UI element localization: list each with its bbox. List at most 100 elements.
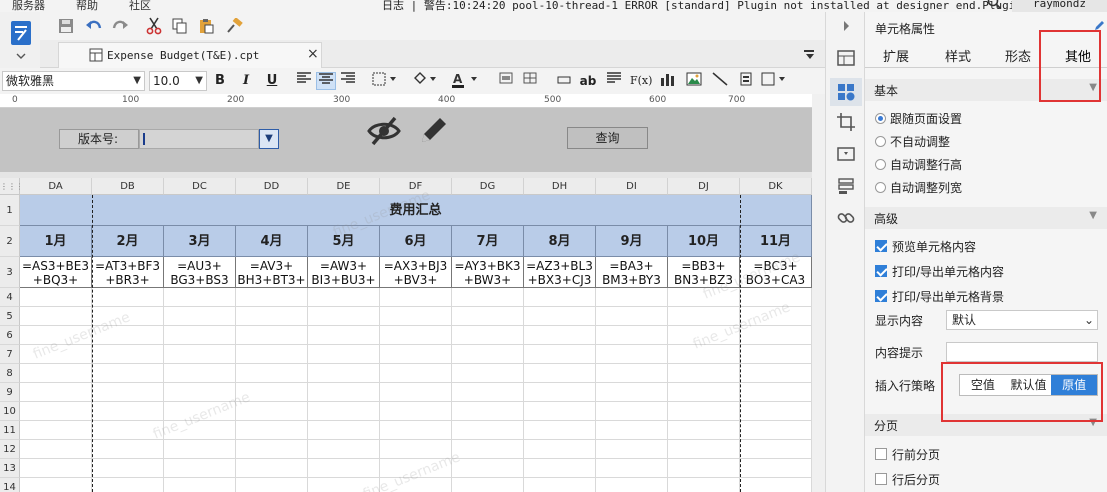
log-message[interactable]: 日志 | 警告:10:24:20 pool-10-thread-1 ERROR … xyxy=(382,0,1035,12)
empty-cell[interactable] xyxy=(596,402,668,421)
check-page-break-before[interactable]: 行前分页 xyxy=(875,446,940,463)
empty-cell[interactable] xyxy=(452,402,524,421)
empty-cell[interactable] xyxy=(308,440,380,459)
empty-cell[interactable] xyxy=(668,478,740,492)
empty-cell[interactable] xyxy=(164,459,236,478)
empty-cell[interactable] xyxy=(164,364,236,383)
empty-cell[interactable] xyxy=(308,364,380,383)
sub-report-icon[interactable] xyxy=(736,72,756,90)
empty-cell[interactable] xyxy=(308,326,380,345)
empty-cell[interactable] xyxy=(524,459,596,478)
empty-cell[interactable] xyxy=(452,421,524,440)
formula-cell[interactable]: =AV3+ BH3+BT3+ xyxy=(236,257,308,288)
empty-cell[interactable] xyxy=(20,440,92,459)
empty-cell[interactable] xyxy=(596,421,668,440)
empty-cell[interactable] xyxy=(92,383,164,402)
display-content-select[interactable]: 默认 ⌄ xyxy=(946,310,1098,330)
empty-cell[interactable] xyxy=(380,345,452,364)
empty-cell[interactable] xyxy=(164,383,236,402)
month-header-cell[interactable]: 9月 xyxy=(596,226,668,257)
empty-cell[interactable] xyxy=(236,440,308,459)
empty-cell[interactable] xyxy=(380,288,452,307)
empty-cell[interactable] xyxy=(92,364,164,383)
row-header[interactable]: 7 xyxy=(0,345,20,364)
cell-element-icon[interactable] xyxy=(836,48,856,68)
empty-cell[interactable] xyxy=(524,326,596,345)
menu-server[interactable]: 服务器 xyxy=(12,0,45,12)
border-icon[interactable] xyxy=(370,72,400,90)
empty-cell[interactable] xyxy=(380,307,452,326)
paragraph-icon[interactable] xyxy=(604,72,624,90)
row-header[interactable]: 13 xyxy=(0,459,20,478)
hyperlink-icon[interactable] xyxy=(836,208,856,228)
text-ab-icon[interactable]: ab xyxy=(578,72,598,90)
row-header[interactable]: 10 xyxy=(0,402,20,421)
empty-cell[interactable] xyxy=(452,326,524,345)
month-header-cell[interactable]: 5月 xyxy=(308,226,380,257)
widget-icon[interactable] xyxy=(836,144,856,164)
empty-cell[interactable] xyxy=(524,383,596,402)
empty-cell[interactable] xyxy=(740,307,812,326)
tab-style[interactable]: 样式 xyxy=(945,46,971,65)
radio-auto-col-width[interactable]: 自动调整列宽 xyxy=(875,179,962,196)
empty-cell[interactable] xyxy=(164,478,236,492)
empty-cell[interactable] xyxy=(92,478,164,492)
formula-cell[interactable]: =BC3+ BO3+CA3 xyxy=(740,257,812,288)
empty-cell[interactable] xyxy=(20,326,92,345)
column-header[interactable]: DF xyxy=(380,178,452,195)
empty-cell[interactable] xyxy=(308,459,380,478)
column-header[interactable]: DA xyxy=(20,178,92,195)
empty-cell[interactable] xyxy=(524,288,596,307)
check-print-background[interactable]: 打印/导出单元格背景 xyxy=(875,288,1004,305)
empty-cell[interactable] xyxy=(92,288,164,307)
empty-cell[interactable] xyxy=(668,288,740,307)
empty-cell[interactable] xyxy=(164,288,236,307)
align-left-icon[interactable] xyxy=(294,72,314,90)
app-logo-icon[interactable] xyxy=(6,18,36,64)
row-header[interactable]: 14 xyxy=(0,478,20,492)
empty-cell[interactable] xyxy=(236,307,308,326)
formula-cell[interactable]: =AZ3+BL3 +BX3+CJ3 xyxy=(524,257,596,288)
empty-cell[interactable] xyxy=(524,307,596,326)
month-header-cell[interactable]: 2月 xyxy=(92,226,164,257)
empty-cell[interactable] xyxy=(452,307,524,326)
empty-cell[interactable] xyxy=(20,383,92,402)
check-preview-content[interactable]: 预览单元格内容 xyxy=(875,238,976,255)
empty-cell[interactable] xyxy=(20,459,92,478)
version-dropdown-button[interactable]: ▼ xyxy=(259,129,279,149)
split-cells-icon[interactable] xyxy=(520,72,540,90)
empty-cell[interactable] xyxy=(308,402,380,421)
empty-cell[interactable] xyxy=(92,459,164,478)
empty-cell[interactable] xyxy=(740,478,812,492)
empty-cell[interactable] xyxy=(380,383,452,402)
empty-cell[interactable] xyxy=(92,440,164,459)
formula-cell[interactable]: =AT3+BF3 +BR3+ xyxy=(92,257,164,288)
empty-cell[interactable] xyxy=(668,364,740,383)
section-advanced[interactable]: 高级 ▼ xyxy=(865,207,1107,229)
column-header[interactable]: DJ xyxy=(668,178,740,195)
italic-button[interactable]: I xyxy=(236,72,256,90)
tab-expand[interactable]: 扩展 xyxy=(883,46,909,65)
empty-cell[interactable] xyxy=(164,326,236,345)
empty-cell[interactable] xyxy=(380,421,452,440)
row-header[interactable]: 12 xyxy=(0,440,20,459)
empty-cell[interactable] xyxy=(92,402,164,421)
column-header[interactable]: DI xyxy=(596,178,668,195)
empty-cell[interactable] xyxy=(20,478,92,492)
empty-cell[interactable] xyxy=(236,326,308,345)
radio-follow-page[interactable]: 跟随页面设置 xyxy=(875,110,962,127)
save-icon[interactable] xyxy=(56,16,76,36)
collapse-arrow-icon[interactable] xyxy=(836,16,856,36)
empty-cell[interactable] xyxy=(380,364,452,383)
empty-cell[interactable] xyxy=(380,459,452,478)
document-tab[interactable]: Expense Budget(T&E).cpt × xyxy=(58,42,322,68)
month-header-cell[interactable]: 3月 xyxy=(164,226,236,257)
condition-attribute-icon[interactable] xyxy=(836,176,856,196)
empty-cell[interactable] xyxy=(236,364,308,383)
select-all-corner[interactable]: ⋮⋮⋮ xyxy=(0,178,24,195)
empty-cell[interactable] xyxy=(740,364,812,383)
empty-cell[interactable] xyxy=(668,402,740,421)
empty-cell[interactable] xyxy=(380,402,452,421)
empty-cell[interactable] xyxy=(308,307,380,326)
tab-form[interactable]: 形态 xyxy=(1005,46,1031,65)
